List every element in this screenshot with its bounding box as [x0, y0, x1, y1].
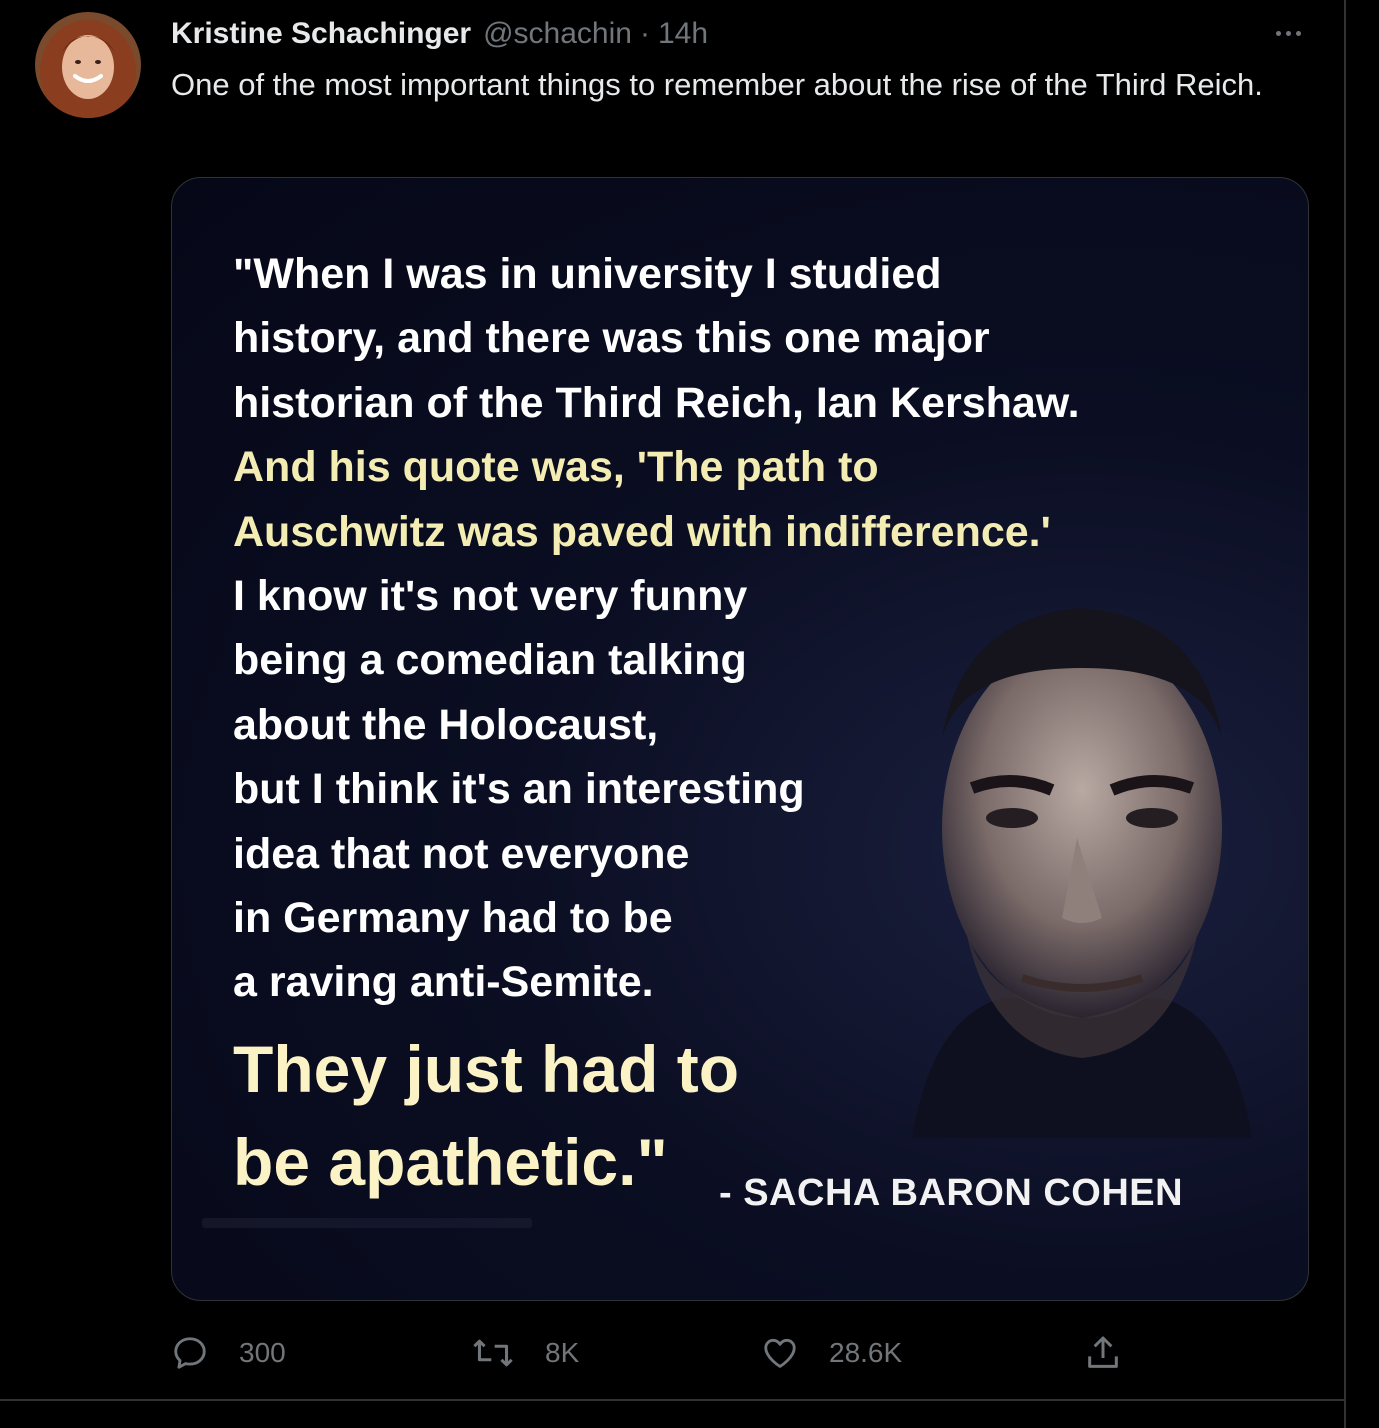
quote-line: a raving anti-Semite.: [233, 958, 654, 1007]
quote-text: "When I was in university I studied hist…: [233, 242, 1233, 1209]
tweet-actions: 300 8K 28.6K: [171, 1328, 1311, 1378]
quote-line: but I think it's an interesting: [233, 765, 805, 814]
heart-icon: [764, 1338, 796, 1368]
quote-line: Auschwitz was paved with indifference.': [233, 507, 1051, 556]
tweet-text: One of the most important things to reme…: [171, 67, 1263, 102]
quote-emphasis-line: They just had to: [233, 1031, 740, 1106]
author-display-name[interactable]: Kristine Schachinger: [171, 14, 471, 54]
reply-icon: [174, 1337, 206, 1369]
column-divider: [1344, 0, 1346, 1428]
retweet-button[interactable]: 8K: [471, 1328, 579, 1378]
like-button[interactable]: 28.6K: [761, 1328, 902, 1378]
blurred-watermark: [202, 1218, 532, 1228]
quote-line: historian of the Third Reich, Ian Kersha…: [233, 378, 1080, 427]
reply-button[interactable]: 300: [171, 1328, 286, 1378]
tweet-divider: [0, 1399, 1344, 1401]
tweet-header: Kristine Schachinger @schachin · 14h: [171, 14, 708, 54]
like-count: 28.6K: [829, 1337, 903, 1368]
share-icon: [1088, 1336, 1118, 1368]
quote-line: history, and there was this one major: [233, 314, 990, 363]
retweet-icon: [473, 1339, 513, 1367]
header-separator: ·: [639, 17, 650, 50]
quote-attribution: - SACHA BARON COHEN: [719, 1172, 1184, 1214]
avatar[interactable]: [35, 12, 141, 118]
more-icon[interactable]: [1266, 18, 1310, 48]
quote-line: about the Holocaust,: [233, 700, 659, 749]
tweet-timestamp[interactable]: 14h: [658, 14, 708, 54]
reply-count: 300: [239, 1337, 286, 1368]
tweet-media-image[interactable]: "When I was in university I studied hist…: [171, 177, 1309, 1301]
share-button[interactable]: [1083, 1328, 1123, 1378]
quote-line: being a comedian talking: [233, 636, 747, 685]
author-handle[interactable]: @schachin: [483, 14, 632, 54]
quote-line: And his quote was, 'The path to: [233, 443, 879, 492]
quote-line: "When I was in university I studied: [233, 250, 942, 298]
retweet-count: 8K: [545, 1337, 580, 1368]
quote-line: in Germany had to be: [233, 894, 673, 943]
quote-line: I know it's not very funny: [233, 572, 748, 621]
quote-line: idea that not everyone: [233, 829, 690, 878]
avatar-image: [35, 12, 141, 118]
